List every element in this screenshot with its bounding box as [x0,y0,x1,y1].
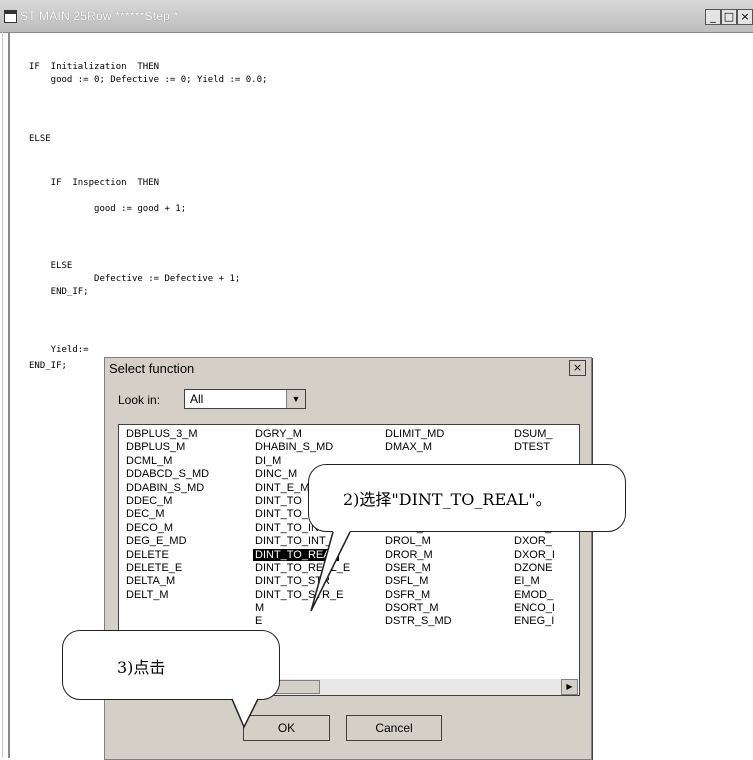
function-list-item[interactable]: M [255,602,350,615]
function-list-item[interactable]: DZONE [514,562,555,575]
function-list-item[interactable]: EI_M [514,575,555,588]
dialog-title: Select function [109,361,195,376]
function-list-item[interactable]: DINT_TO_STR_E [255,589,350,602]
chevron-down-icon[interactable]: ▼ [286,390,305,408]
function-list-item[interactable]: ENEG_I [514,615,555,628]
code-line[interactable]: ELSE [29,261,73,271]
function-column: DBPLUS_3_M DBPLUS_M DCML_M DDABCD_S_MD DDABI… [126,428,209,602]
code-line[interactable]: good := 0; Defective := 0; Yield := 0.0; [29,75,268,85]
function-list-item[interactable]: DDABIN_S_MD [126,482,209,495]
window-icon [4,10,17,23]
code-line[interactable]: good := good + 1; [29,204,186,214]
function-list-item[interactable]: DECO_M [126,522,209,535]
code-line[interactable]: IF Inspection THEN [29,178,159,188]
function-list-item[interactable]: DINT_TO_REAL [253,548,350,562]
code-line[interactable]: END_IF; [29,287,89,297]
function-list-item[interactable]: DINT_TO_INT_E [255,535,350,548]
function-list-item[interactable]: DSUM_ [514,428,555,441]
dialog-close-button[interactable]: × [569,360,586,376]
function-list-item[interactable]: DELETE [126,549,209,562]
look-in-select[interactable]: All ▼ [184,389,306,409]
function-list-item[interactable]: DDABCD_S_MD [126,468,209,481]
function-list-item[interactable]: DDEC_M [126,495,209,508]
ok-button[interactable]: OK [243,715,330,741]
code-line[interactable]: IF Initialization THEN [29,62,159,72]
callout-step2: 2)选择"DINT_TO_REAL"。 [308,464,626,532]
code-line[interactable]: Defective := Defective + 1; [29,274,240,284]
function-list-item[interactable]: DBPLUS_3_M [126,428,209,441]
function-list-item[interactable]: DSTR_S_MD [385,615,452,628]
function-list-item[interactable]: DROL_M [385,535,452,548]
look-in-label: Look in: [118,393,161,407]
function-list-item[interactable]: DELETE_E [126,562,209,575]
function-list-item[interactable]: DSORT_M [385,602,452,615]
function-list-item[interactable]: DSFL_M [385,575,452,588]
function-list-item[interactable]: DROR_M [385,549,452,562]
callout-step2-text: 2)选择"DINT_TO_REAL"。 [343,490,552,509]
minimize-button[interactable]: _ [705,9,721,25]
function-list-item[interactable]: EMOD_ [514,589,555,602]
function-list-item[interactable]: DHABIN_S_MD [255,441,350,454]
frame-edge [2,32,3,758]
function-list-item[interactable]: E [255,615,350,628]
function-list-item[interactable]: DINT_TO_REAL_E [255,562,350,575]
function-list-item[interactable]: DEG_E_MD [126,535,209,548]
close-button[interactable]: × [737,9,753,25]
window-titlebar[interactable]: ST MAIN 25Row ******Step * _ □ × [0,0,753,33]
function-list-item[interactable]: DELT_M [126,589,209,602]
window-title: ST MAIN 25Row ******Step * [20,9,179,23]
callout-step3: 3)点击 [62,630,280,700]
function-list-item[interactable]: DINT_TO_STR [255,575,350,588]
code-line[interactable]: ELSE [29,134,51,144]
maximize-button[interactable]: □ [721,9,737,25]
function-list-item[interactable]: DSFR_M [385,589,452,602]
function-list-item[interactable]: DTEST [514,441,555,454]
look-in-value: All [190,392,204,406]
editor-window: ST MAIN 25Row ******Step * _ □ × IF Init… [0,0,753,760]
function-list-item[interactable]: DXOR_I [514,549,555,562]
frame-edge-inner [8,32,10,758]
function-list-item[interactable]: DEC_M [126,508,209,521]
function-list-item[interactable]: DLIMIT_MD [385,428,452,441]
function-list-item[interactable]: ENCO_I [514,602,555,615]
function-list-item[interactable]: DELTA_M [126,575,209,588]
dialog-titlebar[interactable]: Select function × [105,358,591,378]
scroll-right-icon[interactable]: ▶ [561,679,578,695]
code-line[interactable]: Yield:= [29,345,89,355]
callout-step3-text: 3)点击 [117,658,166,677]
function-list-item[interactable]: DGRY_M [255,428,350,441]
function-list-item[interactable]: DBPLUS_M [126,441,209,454]
cancel-button[interactable]: Cancel [346,715,442,741]
function-list-item[interactable]: DMAX_M [385,441,452,454]
code-line[interactable]: END_IF; [29,361,67,371]
function-list-item[interactable]: DSER_M [385,562,452,575]
function-list-item[interactable]: DXOR_ [514,535,555,548]
function-list-item[interactable]: DCML_M [126,455,209,468]
